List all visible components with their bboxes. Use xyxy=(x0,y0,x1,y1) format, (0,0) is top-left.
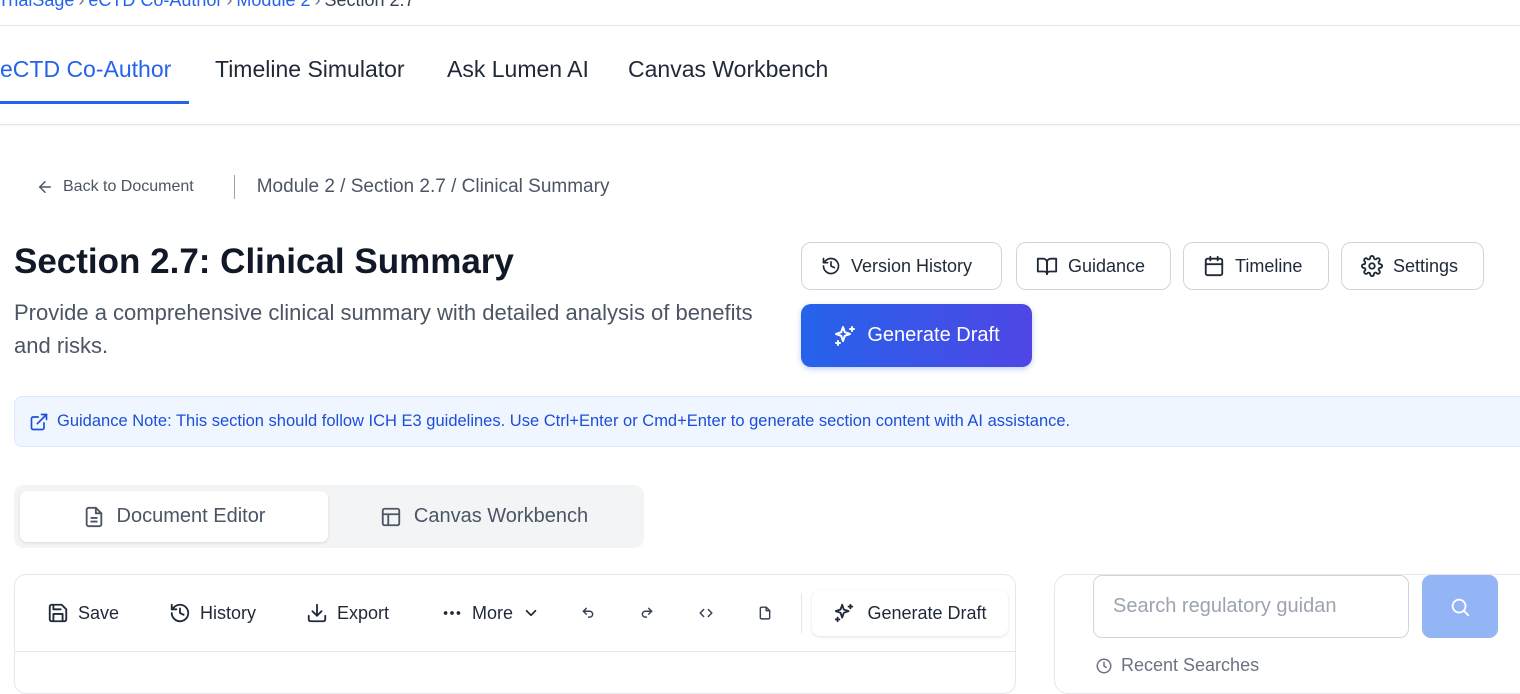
guidance-button[interactable]: Guidance xyxy=(1016,242,1171,290)
history-button[interactable]: History xyxy=(169,593,256,633)
page-subtitle: Provide a comprehensive clinical summary… xyxy=(14,300,753,358)
history-label: History xyxy=(200,602,257,623)
section-path: Module 2 / Section 2.7 / Clinical Summar… xyxy=(256,176,610,197)
book-open-icon xyxy=(1036,255,1058,277)
toolbar-generate-draft-button[interactable]: Generate Draft xyxy=(812,590,1008,636)
breadcrumb-item-current: Section 2.7 xyxy=(324,0,414,11)
clock-icon xyxy=(1095,657,1113,675)
back-link-label: Back to Document xyxy=(63,178,194,195)
version-history-button[interactable]: Version History xyxy=(801,242,1002,290)
settings-label: Settings xyxy=(1393,255,1459,276)
save-label: Save xyxy=(78,602,120,623)
arrow-left-icon xyxy=(36,178,54,196)
toolbar-bottom-border xyxy=(15,651,1015,652)
breadcrumb-separator: › xyxy=(78,0,84,11)
tab-timeline-simulator[interactable]: Timeline Simulator xyxy=(215,56,405,83)
tab-ectd-co-author[interactable]: eCTD Co-Author xyxy=(0,56,171,83)
save-icon xyxy=(47,602,69,624)
active-tab-indicator xyxy=(0,101,189,104)
tab-ask-lumen-ai[interactable]: Ask Lumen AI xyxy=(447,56,589,83)
breadcrumb: TrialSage › eCTD Co-Author › Module 2 › … xyxy=(0,0,415,14)
guidance-search-panel: Recent Searches xyxy=(1054,574,1520,694)
more-label: More xyxy=(472,602,514,623)
breadcrumb-item-ectd[interactable]: eCTD Co-Author xyxy=(88,0,222,11)
recent-searches-header: Recent Searches xyxy=(1095,655,1259,676)
tab-canvas-workbench[interactable]: Canvas Workbench xyxy=(628,56,828,83)
recent-searches-label: Recent Searches xyxy=(1121,655,1260,675)
tab-document-editor-label: Document Editor xyxy=(116,505,266,527)
toolbar-generate-draft-label: Generate Draft xyxy=(867,602,987,623)
gear-icon xyxy=(1361,255,1383,277)
back-to-document-link[interactable]: Back to Document xyxy=(36,178,194,196)
editor-tab-switcher: Document Editor Canvas Workbench xyxy=(14,485,644,548)
more-horizontal-icon xyxy=(441,602,463,624)
guidance-label: Guidance xyxy=(1068,255,1146,276)
toolbar-divider xyxy=(801,593,802,633)
file-text-icon xyxy=(83,506,105,528)
back-nav-row: Back to Document Module 2 / Section 2.7 … xyxy=(36,172,609,202)
tab-canvas-workbench-editor[interactable]: Canvas Workbench xyxy=(330,491,638,542)
editor-toolbar-card: Save History Export More Generate Draft xyxy=(14,574,1016,694)
search-input[interactable] xyxy=(1093,575,1409,638)
search-button[interactable] xyxy=(1422,575,1498,638)
sparkles-icon xyxy=(833,324,857,348)
redo-icon[interactable] xyxy=(637,603,657,623)
chevron-down-icon xyxy=(522,604,540,622)
file-icon[interactable] xyxy=(755,603,775,623)
settings-button[interactable]: Settings xyxy=(1341,242,1484,290)
page-title: Section 2.7: Clinical Summary xyxy=(14,242,514,281)
timeline-button[interactable]: Timeline xyxy=(1183,242,1329,290)
main-tab-bar: eCTD Co-Author Timeline Simulator Ask Lu… xyxy=(0,26,1520,125)
breadcrumb-separator: › xyxy=(226,0,232,11)
external-link-icon[interactable] xyxy=(29,412,49,432)
sparkles-icon xyxy=(833,602,855,624)
history-icon xyxy=(169,602,191,624)
guidance-note-text: Guidance Note: This section should follo… xyxy=(57,412,1071,430)
breadcrumb-separator: › xyxy=(314,0,320,11)
export-button[interactable]: Export xyxy=(306,593,389,633)
export-label: Export xyxy=(337,602,390,623)
tab-document-editor[interactable]: Document Editor xyxy=(20,491,328,542)
breadcrumb-item-trialsage[interactable]: TrialSage xyxy=(0,0,74,11)
generate-draft-label: Generate Draft xyxy=(867,324,1000,346)
more-dropdown[interactable]: More xyxy=(441,593,540,633)
version-history-label: Version History xyxy=(851,255,973,276)
calendar-icon xyxy=(1203,255,1225,277)
download-icon xyxy=(306,602,328,624)
code-icon[interactable] xyxy=(696,603,716,623)
save-button[interactable]: Save xyxy=(47,593,119,633)
breadcrumb-item-module[interactable]: Module 2 xyxy=(236,0,310,11)
timeline-label: Timeline xyxy=(1235,255,1303,276)
layout-icon xyxy=(380,506,402,528)
nav-divider xyxy=(233,175,235,199)
search-icon xyxy=(1449,596,1471,618)
guidance-note: Guidance Note: This section should follo… xyxy=(14,396,1520,447)
generate-draft-button[interactable]: Generate Draft xyxy=(801,304,1032,367)
tab-canvas-workbench-label: Canvas Workbench xyxy=(413,505,589,527)
history-icon xyxy=(821,256,841,276)
undo-icon[interactable] xyxy=(578,603,598,623)
